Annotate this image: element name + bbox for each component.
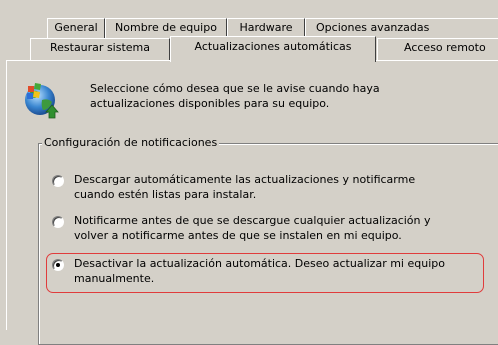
option-disable-auto-update-label: Desactivar la actualización automática. … — [74, 256, 484, 286]
radio-selected-dot — [56, 263, 60, 267]
option-notify-before[interactable]: Notificarme antes de que se descargue cu… — [52, 213, 492, 245]
tab-actualizaciones-automaticas-label: Actualizaciones automáticas — [194, 40, 352, 53]
tab-opciones-avanzadas-label: Opciones avanzadas — [316, 21, 430, 34]
tab-restaurar-sistema[interactable]: Restaurar sistema — [30, 38, 170, 60]
tab-general[interactable]: General — [47, 18, 105, 40]
radio-notify-before[interactable] — [52, 216, 64, 228]
option-notify-before-line-1: Notificarme antes de que se descargue cu… — [74, 214, 431, 227]
windows-update-globe-icon — [22, 80, 62, 120]
option-download-auto[interactable]: Descargar automáticamente las actualizac… — [52, 172, 492, 204]
tab-hardware-label: Hardware — [239, 21, 293, 34]
option-disable-auto-update-line-2: manualmente. — [74, 272, 155, 285]
tab-restaurar-sistema-label: Restaurar sistema — [49, 41, 150, 54]
option-disable-auto-update[interactable]: Desactivar la actualización automática. … — [52, 256, 492, 288]
intro-text-line-2: actualizaciones disponibles para su equi… — [90, 97, 330, 110]
option-download-auto-label: Descargar automáticamente las actualizac… — [74, 172, 484, 202]
option-notify-before-label: Notificarme antes de que se descargue cu… — [74, 213, 484, 243]
radio-download-auto[interactable] — [52, 175, 64, 187]
tab-actualizaciones-automaticas[interactable]: Actualizaciones automáticas — [170, 36, 376, 62]
radio-disable-auto-update[interactable] — [52, 259, 64, 271]
tab-nombre-de-equipo-label: Nombre de equipo — [115, 21, 217, 34]
option-download-auto-line-1: Descargar automáticamente las actualizac… — [74, 173, 416, 186]
tab-acceso-remoto[interactable]: Acceso remoto — [377, 38, 498, 60]
intro-description: Seleccione cómo desea que se le avise cu… — [90, 81, 470, 111]
option-notify-before-line-2: volver a notificarme antes de que se ins… — [74, 229, 402, 242]
option-download-auto-line-2: cuando estén listas para instalar. — [74, 188, 257, 201]
tab-general-label: General — [54, 21, 98, 34]
tab-acceso-remoto-label: Acceso remoto — [404, 41, 486, 54]
notifications-groupbox-title: Configuración de notificaciones — [42, 136, 220, 150]
option-disable-auto-update-line-1: Desactivar la actualización automática. … — [74, 257, 445, 270]
intro-text-line-1: Seleccione cómo desea que se le avise cu… — [90, 82, 380, 95]
